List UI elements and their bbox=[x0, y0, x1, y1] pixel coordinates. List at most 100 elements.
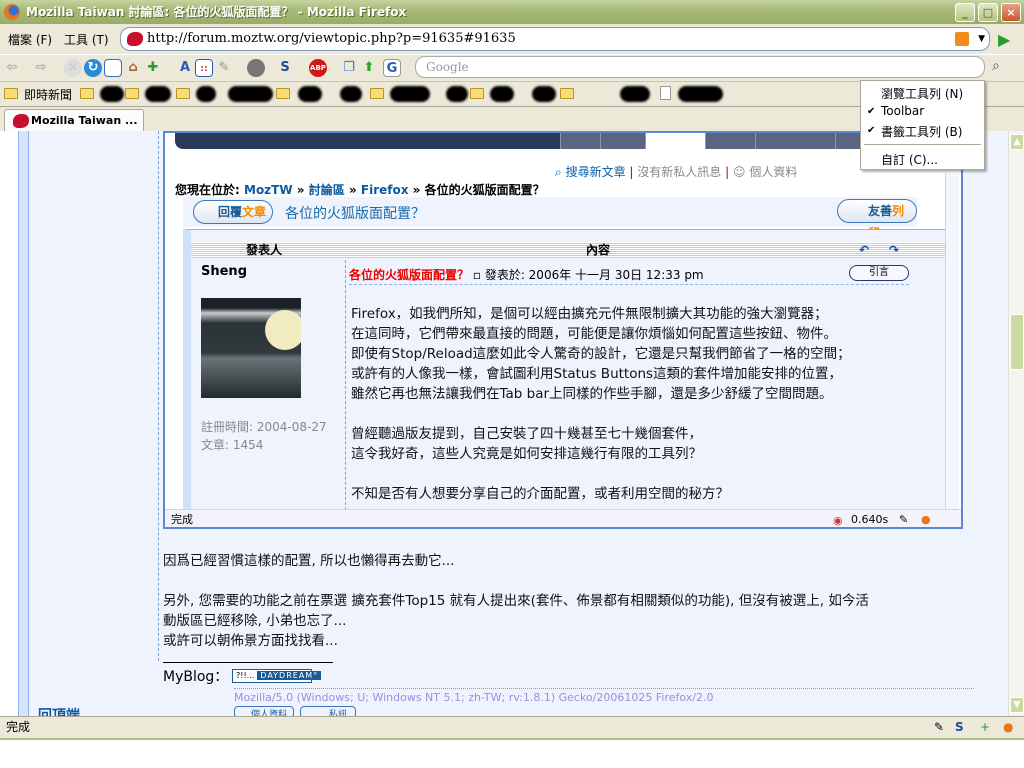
minimize-button[interactable]: _ bbox=[955, 3, 975, 22]
redacted-bookmark[interactable] bbox=[490, 86, 514, 102]
copy-icon[interactable]: ❐ bbox=[340, 59, 358, 77]
profile-link[interactable]: 個人資料 bbox=[749, 165, 797, 179]
tool-icon[interactable]: ✎ bbox=[215, 59, 233, 77]
redacted-bookmark[interactable] bbox=[678, 86, 723, 102]
post-author[interactable]: Sheng bbox=[201, 264, 247, 279]
stumble-s-icon[interactable]: S bbox=[955, 717, 964, 737]
menu-tools[interactable]: 工具 (T) bbox=[64, 31, 109, 48]
inner-status-bar: 完成 ◉ 0.640s ✎ ● bbox=[165, 509, 961, 527]
folder-icon[interactable] bbox=[370, 88, 384, 99]
profile-icon: ☺ bbox=[733, 165, 746, 179]
sidebar-icon[interactable] bbox=[104, 59, 122, 77]
redacted-bookmark[interactable] bbox=[532, 86, 556, 102]
search-new-link[interactable]: 搜尋新文章 bbox=[566, 165, 626, 179]
scrollbar-thumb[interactable] bbox=[1010, 314, 1024, 370]
moztw-favicon-icon bbox=[13, 114, 29, 128]
folder-icon[interactable] bbox=[125, 88, 139, 99]
user-agent: Mozilla/5.0 (Windows; U; Windows NT 5.1;… bbox=[234, 688, 974, 704]
folder-icon[interactable] bbox=[176, 88, 190, 99]
quote-button[interactable]: 引言 bbox=[849, 265, 909, 281]
go-icon[interactable]: ▶ bbox=[998, 30, 1010, 49]
up-arrow-icon[interactable]: ⬆ bbox=[360, 59, 378, 77]
stumble-s-icon[interactable]: S bbox=[276, 59, 294, 77]
redacted-bookmark[interactable] bbox=[446, 86, 468, 102]
globe-icon[interactable] bbox=[247, 59, 265, 77]
screen-grab-icon[interactable]: :: bbox=[195, 59, 213, 77]
next-topic-icon[interactable]: ↷ bbox=[889, 242, 899, 258]
menu-item-customize[interactable]: 自訂 (C)... bbox=[881, 151, 938, 168]
firefox-icon bbox=[4, 4, 20, 20]
notes-icon: ✎ bbox=[899, 513, 909, 526]
title-bar: Mozilla Taiwan 討論區: 各位的火狐版面配置？ - Mozilla… bbox=[0, 0, 1024, 24]
text-size-icon[interactable]: A bbox=[176, 59, 194, 77]
redacted-bookmark[interactable] bbox=[620, 86, 650, 102]
folder-icon[interactable] bbox=[276, 88, 290, 99]
moon bbox=[265, 310, 301, 350]
menu-file[interactable]: 檔案 (F) bbox=[8, 31, 52, 48]
search-magnifier-icon[interactable]: ⌕ bbox=[992, 58, 1000, 74]
extensions-icon[interactable]: ✚ bbox=[144, 59, 162, 77]
reply-button[interactable]: 回覆文章 bbox=[193, 200, 273, 224]
no-pm-link[interactable]: 沒有新私人訊息 bbox=[637, 165, 721, 179]
prev-topic-icon[interactable]: ↶ bbox=[859, 242, 869, 258]
google-g-icon[interactable]: G bbox=[383, 59, 401, 77]
user-links: ⌕ 搜尋新文章 | 沒有新私人訊息 | ☺ 個人資料 bbox=[555, 165, 798, 179]
rss-icon[interactable] bbox=[955, 32, 969, 46]
redacted-bookmark[interactable] bbox=[145, 86, 171, 102]
adblock-plus-icon[interactable]: ABP bbox=[309, 59, 327, 77]
firefox-icon[interactable]: ● bbox=[1003, 717, 1013, 737]
tab-moztw[interactable]: Mozilla Taiwan ... bbox=[4, 109, 144, 131]
post-count: 文章: 1454 bbox=[201, 438, 264, 452]
firefox-icon: ● bbox=[921, 513, 931, 526]
site-tab bbox=[705, 133, 755, 149]
close-button[interactable]: × bbox=[1001, 3, 1021, 22]
notes-icon[interactable]: ✎ bbox=[934, 717, 944, 737]
myblog-label: MyBlog： bbox=[163, 669, 229, 685]
redacted-bookmark[interactable] bbox=[390, 86, 430, 102]
maximize-button[interactable]: □ bbox=[978, 3, 998, 22]
url-dropdown-icon[interactable]: ▼ bbox=[978, 28, 985, 50]
folder-icon[interactable] bbox=[80, 88, 94, 99]
breadcrumb-moztw[interactable]: MozTW bbox=[244, 183, 293, 198]
forward-icon[interactable]: ⇨ bbox=[32, 59, 50, 77]
post-header: 各位的火狐版面配置？ ▫ 發表於: 2006年 十一月 30日 12:33 pm bbox=[349, 266, 704, 283]
print-button[interactable]: 友善列印 bbox=[837, 199, 917, 240]
menu-item-toolbar[interactable]: Toolbar bbox=[881, 104, 924, 118]
url-input[interactable]: http://forum.moztw.org/viewtopic.php?p=9… bbox=[120, 27, 990, 51]
breadcrumb-firefox[interactable]: Firefox bbox=[360, 183, 409, 198]
menu-item-navigation-toolbar[interactable]: 瀏覽工具列 (N) bbox=[881, 85, 963, 102]
redacted-bookmark[interactable] bbox=[100, 86, 124, 102]
stop-icon[interactable]: × bbox=[64, 59, 82, 77]
redacted-bookmark[interactable] bbox=[340, 86, 362, 102]
redacted-bookmark[interactable] bbox=[298, 86, 322, 102]
folder-icon[interactable] bbox=[470, 88, 484, 99]
redacted-bookmark[interactable] bbox=[196, 86, 216, 102]
bookmark-live-news[interactable]: 即時新聞 bbox=[24, 86, 72, 103]
reload-icon[interactable]: ↻ bbox=[84, 59, 102, 77]
check-icon: ✔ bbox=[867, 106, 876, 117]
search-input[interactable]: Google bbox=[415, 56, 985, 78]
redacted-bookmark[interactable] bbox=[228, 86, 273, 102]
registered-date: 註冊時間: 2004-08-27 bbox=[201, 420, 327, 434]
reply-text: 因爲已經習慣這樣的配置, 所以也懶得再去動它... 另外, 您需要的功能之前在票… bbox=[163, 553, 869, 649]
profile-button[interactable]: 個人資料 bbox=[234, 706, 294, 716]
back-to-top-link[interactable]: 回頂端 bbox=[38, 705, 80, 716]
menu-item-bookmarks-toolbar[interactable]: 書籤工具列 (B) bbox=[881, 123, 962, 140]
breadcrumb-forum[interactable]: 討論區 bbox=[308, 183, 345, 198]
pm-button[interactable]: 私訊 bbox=[300, 706, 356, 716]
column-divider bbox=[345, 260, 346, 510]
inner-scrollbar[interactable] bbox=[945, 173, 959, 511]
scroll-down-icon[interactable]: ▼ bbox=[1010, 697, 1024, 713]
window-title: Mozilla Taiwan 討論區: 各位的火狐版面配置？ - Mozilla… bbox=[26, 5, 407, 19]
scroll-up-icon[interactable]: ▲ bbox=[1010, 134, 1024, 150]
home-icon[interactable]: ⌂ bbox=[124, 59, 142, 77]
folder-icon[interactable] bbox=[560, 88, 574, 99]
taskbar-edge bbox=[0, 738, 1024, 768]
site-tab-active bbox=[645, 133, 705, 149]
back-icon[interactable]: ⇦ bbox=[3, 59, 21, 77]
load-timer: 0.640s bbox=[851, 513, 889, 526]
add-icon[interactable]: + bbox=[980, 717, 990, 737]
topic-title-link[interactable]: 各位的火狐版面配置？ bbox=[285, 203, 425, 223]
daydream-badge[interactable]: ?!!... DAYDREAM° bbox=[232, 669, 322, 683]
page-scrollbar[interactable]: ▲ ▼ bbox=[1008, 131, 1024, 716]
